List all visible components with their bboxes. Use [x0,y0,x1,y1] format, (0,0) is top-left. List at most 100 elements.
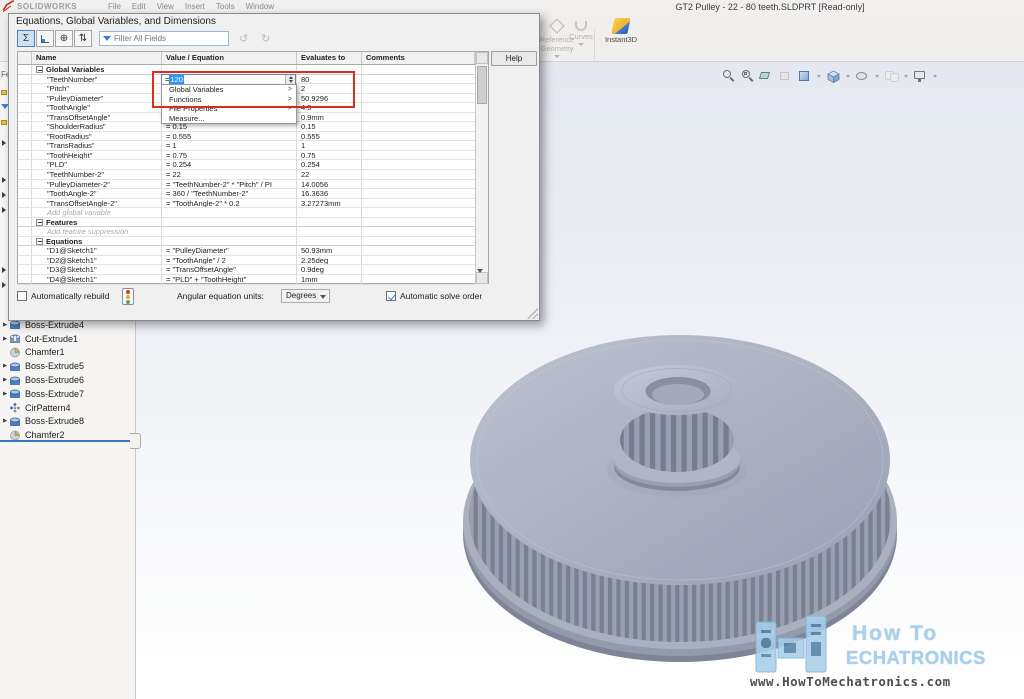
tree-item[interactable]: ▶ Boss-Extrude8 [0,415,135,429]
table-row[interactable]: "RootRadius" = 0.555 0.555 [18,132,476,142]
expand-arrow-icon[interactable]: ▶ [0,391,9,397]
menu-item[interactable]: Insert [185,2,205,11]
ribbon-instant3d-button[interactable]: Instant3D [598,16,644,59]
ordered-view-button[interactable]: ⊕ [55,30,73,47]
angular-units-select[interactable]: Degrees [281,289,330,303]
table-row[interactable]: "D4@Sketch1" = "PLD" + "ToothHeight" 1mm [18,275,476,285]
tree-item[interactable]: Chamfer1 [0,346,135,360]
expand-arrow-icon[interactable]: ▶ [0,418,9,424]
zoom-to-area-icon[interactable] [741,70,754,83]
app-titlebar: SOLIDWORKS FileEditViewInsertToolsWindow… [0,0,1024,13]
dialog-toolbar: Σ ⊕ ⇅ ↺ ↻ [17,30,533,48]
instant3d-icon [611,18,630,34]
collapse-icon[interactable] [36,238,43,245]
collapse-icon[interactable] [36,219,43,226]
filter-field[interactable] [99,31,229,46]
appearance-icon[interactable] [798,70,811,83]
table-row[interactable]: "PLD" = 0.254 0.254 [18,160,476,170]
table-row[interactable]: "TeethNumber-2" = 22 22 [18,170,476,180]
tree-item-label: Boss-Extrude4 [25,320,84,330]
expand-arrow-icon[interactable]: ▶ [0,363,9,369]
scroll-down-button[interactable] [476,272,488,284]
tree-item[interactable]: ▶ Cut-Extrude1 [0,332,135,346]
menu-item[interactable]: Tools [216,2,235,11]
table-row[interactable]: Add global variable [18,208,476,218]
table-row[interactable]: Add feature suppression [18,227,476,237]
chevron-down-icon[interactable] [904,75,908,78]
collapse-icon[interactable] [36,66,43,73]
expand-arrow-icon[interactable]: ▶ [0,336,9,342]
tree-item[interactable]: CirPattern4 [0,401,135,415]
tree-item[interactable]: ▶ Boss-Extrude7 [0,387,135,401]
menu-item[interactable]: Window [246,2,274,11]
circular-pattern-icon [9,402,21,413]
undo-icon[interactable]: ↺ [239,32,248,45]
display-style-icon[interactable] [856,70,869,83]
auto-rebuild-checkbox[interactable] [17,291,27,301]
tree-item[interactable]: ▶ Boss-Extrude5 [0,359,135,373]
column-evaluates[interactable]: Evaluates to [297,52,362,64]
expand-arrow-icon [2,207,6,213]
column-value[interactable]: Value / Equation [162,52,297,64]
table-row[interactable]: "ToothHeight" = 0.75 0.75 [18,151,476,161]
vertical-scrollbar[interactable] [475,52,488,284]
table-row[interactable]: Equations [18,237,476,247]
ribbon-curves-button[interactable]: Curves [566,16,596,59]
solidworks-window: SOLIDWORKS FileEditViewInsertToolsWindow… [0,0,1024,699]
chevron-down-icon[interactable] [875,75,879,78]
table-row[interactable]: "PulleyDiameter-2" = "TeethNumber-2" * "… [18,180,476,190]
chevron-down-icon[interactable] [817,75,821,78]
table-row[interactable]: "D2@Sketch1" = "ToothAngle" / 2 2.25deg [18,256,476,266]
menu-item[interactable]: View [157,2,174,11]
document-title: GT2 Pulley - 22 - 80 teeth.SLDPRT [Read-… [630,2,910,12]
zoom-to-fit-icon[interactable] [722,70,735,83]
menu-item[interactable]: Edit [132,2,146,11]
context-menu-item[interactable]: Functions > [162,94,296,104]
table-row[interactable]: "TransRadius" = 1 1 [18,141,476,151]
traffic-light-icon[interactable] [122,288,134,305]
context-menu-item[interactable]: File Properties > [162,104,296,114]
tree-item[interactable]: ▶ Boss-Extrude6 [0,373,135,387]
tree-item-label: Boss-Extrude6 [25,375,84,385]
redo-icon[interactable]: ↻ [261,32,270,45]
table-row[interactable]: "ToothAngle-2" = 360 / "TeethNumber-2" 1… [18,189,476,199]
table-row[interactable]: Features [18,218,476,228]
equation-view-button[interactable]: Σ [17,30,35,47]
tree-item-label: CirPattern4 [25,403,71,413]
spin-down-icon [289,80,293,83]
expand-arrow-icon[interactable]: ▶ [0,322,9,328]
expand-arrow-icon[interactable]: ▶ [0,377,9,383]
previous-view-icon[interactable] [779,70,792,83]
view-orientation-icon[interactable] [827,70,840,83]
sorted-view-button[interactable]: ⇅ [74,30,92,47]
rollback-handle[interactable] [130,433,141,449]
dimension-view-button[interactable] [36,30,54,47]
tree-item-label: Chamfer2 [25,430,65,440]
menu-item[interactable]: File [108,2,121,11]
table-row[interactable]: "TransOffsetAngle-2" = "ToothAngle-2" * … [18,199,476,209]
auto-solve-checkbox[interactable] [386,291,396,301]
chevron-down-icon[interactable] [933,75,937,78]
heads-up-view-toolbar [722,70,937,83]
context-menu-item[interactable]: Measure... [162,114,296,124]
value-spinner[interactable] [285,75,295,84]
filter-input[interactable] [114,34,225,43]
boss-extrude-icon [9,388,21,399]
view-settings-icon[interactable] [914,70,927,83]
chevron-down-icon[interactable] [846,75,850,78]
expand-arrow-icon [2,267,6,273]
dialog-button[interactable]: Help [491,51,537,66]
scroll-up-button[interactable] [476,52,488,64]
column-comments[interactable]: Comments [362,52,475,64]
scrollbar-thumb[interactable] [477,66,487,104]
table-row[interactable]: "D1@Sketch1" = "PulleyDiameter" 50.93mm [18,246,476,256]
hide-show-items-icon[interactable] [885,70,898,83]
context-menu-item[interactable]: Global Variables > [162,85,296,95]
column-name[interactable]: Name [32,52,162,64]
rollback-bar[interactable] [0,440,135,442]
expand-arrow-icon [2,140,6,146]
section-view-icon[interactable] [760,70,773,83]
table-row[interactable]: "D3@Sketch1" = "TransOffsetAngle" 0.9deg [18,265,476,275]
boss-extrude-icon [9,416,21,427]
watermark-line2: ECHATRONICS [846,647,986,669]
